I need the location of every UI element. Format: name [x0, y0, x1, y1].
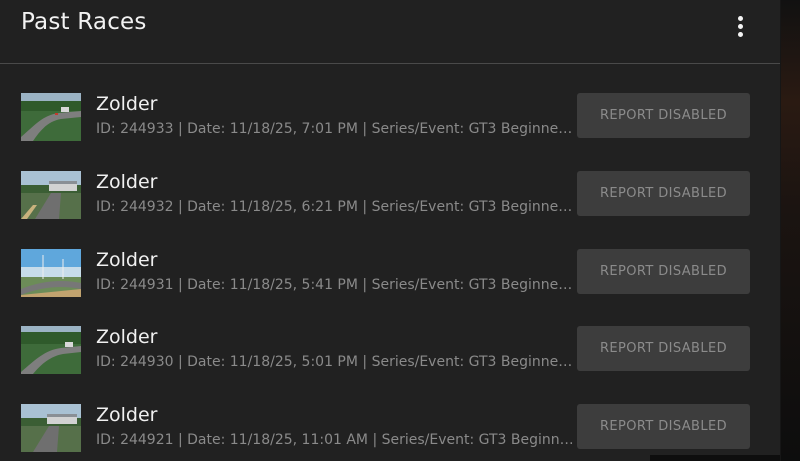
race-details: ID: 244933 | Date: 11/18/25, 7:01 PM | S… [96, 121, 574, 137]
track-name: Zolder [96, 170, 158, 193]
kebab-dot [737, 31, 743, 37]
report-disabled-button[interactable]: REPORT DISABLED [577, 326, 750, 372]
report-disabled-button[interactable]: REPORT DISABLED [577, 170, 750, 216]
track-name: Zolder [96, 326, 158, 349]
background-edge [780, 0, 800, 461]
track-name: Zolder [96, 93, 158, 115]
panel-header: Past Races [0, 0, 780, 64]
report-disabled-button[interactable]: REPORT DISABLED [577, 248, 750, 294]
race-details: ID: 244930 | Date: 11/18/25, 5:01 PM | S… [96, 354, 574, 371]
track-name: Zolder [96, 404, 158, 426]
race-row[interactable]: Zolder ID: 244930 | Date: 11/18/25, 5:01… [0, 311, 780, 389]
track-thumbnail [21, 93, 81, 141]
kebab-dot [737, 23, 743, 29]
race-details: ID: 244932 | Date: 11/18/25, 6:21 PM | S… [96, 198, 574, 215]
kebab-dot [737, 15, 743, 21]
race-row[interactable]: Zolder ID: 244933 | Date: 11/18/25, 7:01… [0, 78, 780, 156]
track-thumbnail [21, 404, 81, 452]
page-title: Past Races [21, 9, 147, 35]
race-details: ID: 244921 | Date: 11/18/25, 11:01 AM | … [96, 432, 574, 448]
track-thumbnail [21, 170, 81, 219]
more-vertical-icon[interactable] [728, 12, 752, 40]
report-disabled-button[interactable]: REPORT DISABLED [577, 404, 750, 449]
track-thumbnail [21, 248, 81, 297]
track-thumbnail [21, 326, 81, 375]
past-races-panel: Past Races Zolder ID: 244933 | Date: 11/… [0, 0, 781, 461]
track-name: Zolder [96, 248, 158, 271]
background-edge [650, 455, 780, 461]
report-disabled-button[interactable]: REPORT DISABLED [577, 93, 750, 138]
race-details: ID: 244931 | Date: 11/18/25, 5:41 PM | S… [96, 276, 574, 293]
race-row[interactable]: Zolder ID: 244931 | Date: 11/18/25, 5:41… [0, 234, 780, 312]
race-row[interactable]: Zolder ID: 244932 | Date: 11/18/25, 6:21… [0, 156, 780, 234]
race-row[interactable]: Zolder ID: 244921 | Date: 11/18/25, 11:0… [0, 389, 780, 461]
race-list: Zolder ID: 244933 | Date: 11/18/25, 7:01… [0, 78, 780, 461]
